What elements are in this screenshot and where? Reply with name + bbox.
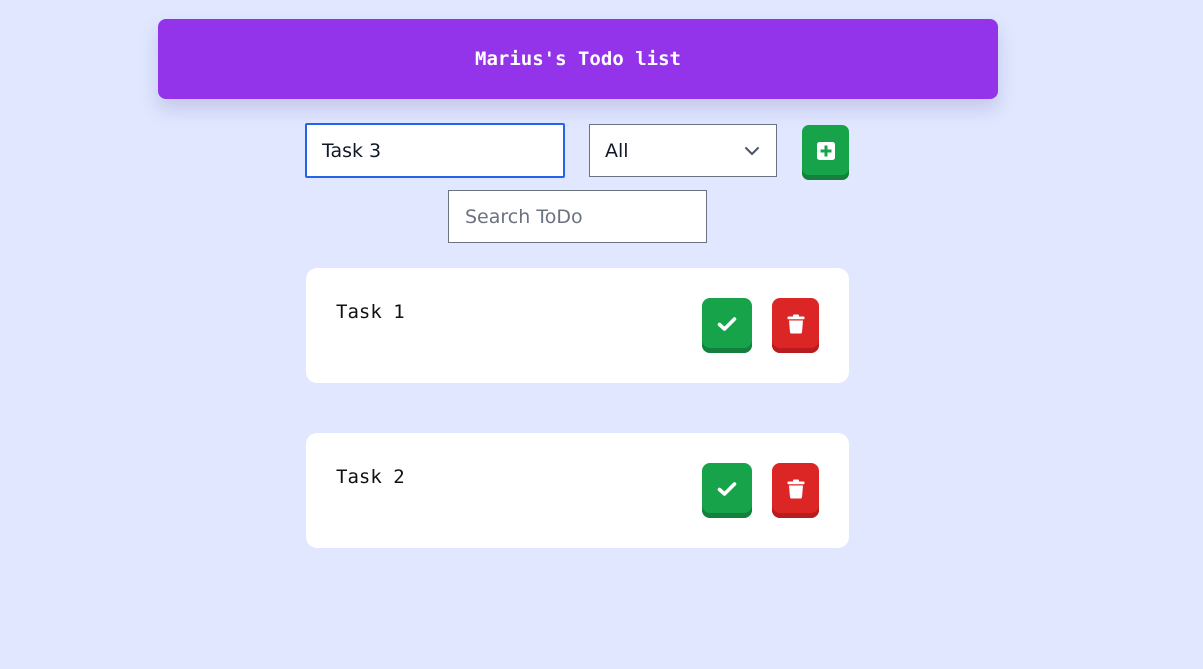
- add-todo-button[interactable]: [802, 125, 849, 180]
- check-icon: [717, 481, 737, 497]
- todo-text: Task 2: [336, 466, 405, 488]
- page-title: Marius's Todo list: [475, 48, 681, 70]
- filter-select[interactable]: All: [589, 124, 777, 177]
- app-header: Marius's Todo list: [158, 19, 998, 99]
- trash-icon: [787, 479, 805, 499]
- todo-item: Task 2: [306, 433, 849, 548]
- check-icon: [717, 316, 737, 332]
- chevron-down-icon: [743, 142, 761, 160]
- task-input[interactable]: [305, 123, 565, 178]
- complete-button[interactable]: [702, 463, 752, 518]
- delete-button[interactable]: [772, 463, 819, 518]
- complete-button[interactable]: [702, 298, 752, 353]
- plus-square-icon: [816, 142, 835, 160]
- todo-text: Task 1: [336, 301, 405, 323]
- trash-icon: [787, 314, 805, 334]
- filter-selected-value: All: [605, 139, 629, 162]
- delete-button[interactable]: [772, 298, 819, 353]
- todo-item: Task 1: [306, 268, 849, 383]
- search-input[interactable]: [448, 190, 707, 243]
